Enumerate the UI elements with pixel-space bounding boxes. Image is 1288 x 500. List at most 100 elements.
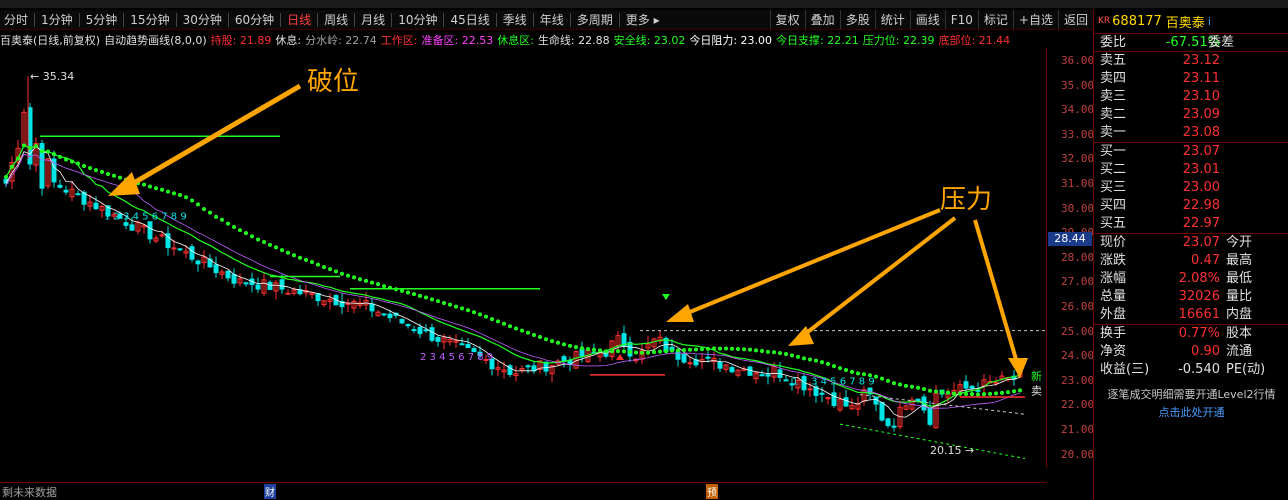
trend-dot [208,210,212,215]
signal-label: 新 [1031,369,1042,383]
stat-row: 外盘16661内盘1 [1094,306,1288,324]
candle-body [63,189,69,193]
candle-body [195,260,201,265]
period-tab[interactable]: 月线 [357,10,389,29]
toolbar-separator [532,12,534,27]
trend-dot [502,321,506,326]
indicator-value: 底部位: 21.44 [938,33,1011,47]
trend-dot [694,347,698,352]
candle-body [189,246,195,260]
toolbar-button[interactable]: 画线 [909,10,945,29]
period-tab[interactable]: 15分钟 [126,10,173,29]
period-tab[interactable]: 多周期 [573,10,617,29]
candle-body [765,374,771,377]
trend-dot [946,390,950,395]
book-label: 卖三 [1100,89,1127,104]
trend-dot [838,366,842,371]
trend-dot [262,240,266,245]
trend-dot [250,234,254,239]
stat-l: 换手 [1100,326,1127,341]
book-row[interactable]: 买五 22.97 [1094,215,1288,233]
indicator-value: 持股: 21.89 [210,33,272,47]
toolbar-separator [78,12,80,27]
candle-body [255,284,261,290]
y-tick-label: 33.00 [1061,127,1095,141]
toolbar-separator [443,12,445,27]
trend-dot [832,364,836,369]
trend-dot [16,156,20,161]
trend-dot [658,349,662,354]
book-row[interactable]: 卖二 23.09 [1094,106,1288,124]
period-tab[interactable]: 更多 ▸ [622,10,664,29]
trend-dot [490,317,494,322]
trend-dot [934,389,938,394]
period-tab[interactable]: 季线 [499,10,531,29]
candle-body [783,379,789,382]
trend-dot [460,306,464,311]
toolbar-button[interactable]: 多股 [839,10,875,29]
book-row[interactable]: 买四 22.98 [1094,197,1288,215]
toolbar-separator [175,12,177,27]
book-row[interactable]: 买二 23.01 [1094,161,1288,179]
trend-dot [532,333,536,338]
book-row[interactable]: 卖三 23.10 [1094,88,1288,106]
book-row[interactable]: 卖一 23.08 [1094,124,1288,142]
trend-dot [688,347,692,352]
indicator-value: 压力位: 22.39 [862,33,935,47]
stat-l: 现价 [1100,235,1127,250]
trend-dot [520,328,524,333]
right-toolbar: 复权 叠加 多股 统计 画线 F10 标记 +自选 返回 [769,10,1093,29]
trend-dot [304,257,308,262]
period-tab[interactable]: 5分钟 [82,10,122,29]
period-tab[interactable]: 周线 [320,10,352,29]
period-tab[interactable]: 1分钟 [37,10,77,29]
y-tick-label: 21.00 [1061,423,1095,436]
trend-dot [406,290,410,295]
stat-v: -0.540 [1178,362,1220,377]
period-tab[interactable]: 45日线 [446,10,493,29]
toolbar-separator [354,12,356,27]
period-tab[interactable]: 分时 [0,10,32,29]
trend-dot [730,346,734,351]
toolbar-button[interactable]: +自选 [1012,10,1058,29]
trend-dot [298,255,302,260]
level2-link[interactable]: 点击此处开通 [1094,404,1288,420]
stat-l: 涨幅 [1100,271,1127,286]
period-tab[interactable]: 30分钟 [179,10,226,29]
book-label: 卖五 [1100,53,1127,68]
book-label: 买一 [1100,144,1127,159]
stat-l: 涨跌 [1100,253,1127,268]
candle-body [75,193,81,196]
book-row[interactable]: 买三 23.00 [1094,179,1288,197]
forecast-marker[interactable]: 预 [706,484,718,499]
period-tab[interactable]: 年线 [536,10,568,29]
toolbar-button[interactable]: F10 [944,10,978,29]
trend-dot [676,348,680,353]
trend-dot [496,319,500,324]
y-tick-label: 31.00 [1061,177,1095,190]
info-icon[interactable]: i [1208,15,1211,28]
toolbar-button[interactable]: 返回 [1057,10,1093,29]
period-tab[interactable]: 60分钟 [231,10,278,29]
trend-dot [856,371,860,376]
candlestick-chart[interactable]: ← 35.34 20.15 → 1 2 3 4 5 6 7 8 9 2 3 4 5 6… [0,48,1046,500]
trend-dot [334,269,338,274]
toolbar-button[interactable]: 复权 [769,10,805,29]
candle-body [411,329,417,332]
trend-dot [418,293,422,298]
book-row[interactable]: 卖五 23.12 [1094,52,1288,70]
trend-dot [172,191,176,196]
finance-marker[interactable]: 财 [264,484,276,499]
candle-body [423,329,429,332]
toolbar-button[interactable]: 统计 [874,10,910,29]
toolbar-button[interactable]: 标记 [977,10,1013,29]
toolbar-button[interactable]: 叠加 [804,10,840,29]
trend-dot [706,346,710,351]
period-tab[interactable]: 10分钟 [394,10,441,29]
book-price: 23.00 [1182,180,1220,195]
period-tab[interactable]: 日线 [283,10,315,29]
book-row[interactable]: 买一 23.07 [1094,143,1288,161]
book-row[interactable]: 卖四 23.11 [1094,70,1288,88]
y-tick-label: 23.00 [1061,373,1095,387]
trend-dot [538,334,542,339]
